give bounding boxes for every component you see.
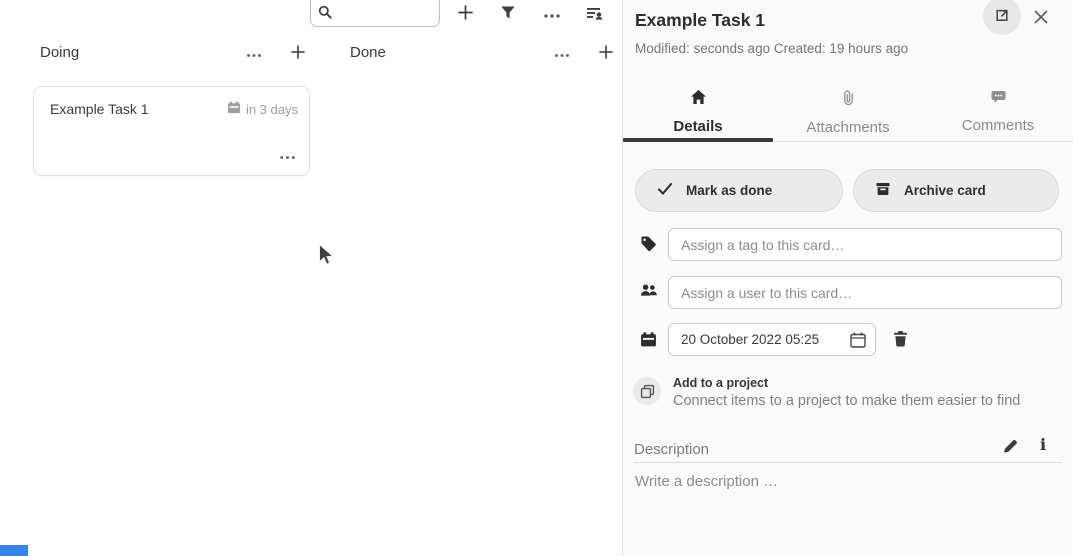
add-card-button[interactable]: [455, 4, 475, 24]
column-doing-more-button[interactable]: [243, 42, 265, 64]
add-to-project-subtitle: Connect items to a project to make them …: [673, 393, 1020, 409]
plus-icon: [457, 4, 474, 24]
due-date-field[interactable]: 20 October 2022 05:25: [668, 323, 876, 356]
card-due: in 3 days: [227, 101, 298, 117]
paperclip-icon: [841, 89, 856, 111]
calendar-icon: [227, 101, 241, 117]
copy-windows-icon: [633, 377, 661, 405]
archive-icon: [875, 181, 891, 200]
description-placeholder[interactable]: Write a description …: [635, 473, 778, 490]
column-done-add-button[interactable]: [595, 42, 617, 64]
due-date-value: 20 October 2022 05:25: [681, 332, 819, 347]
trash-icon[interactable]: [892, 330, 909, 351]
column-done-more-button[interactable]: [551, 42, 573, 64]
archive-card-label: Archive card: [904, 183, 986, 198]
home-icon: [690, 89, 707, 110]
comment-icon: [990, 89, 1007, 109]
task-card[interactable]: Example Task 1 in 3 days: [33, 86, 310, 176]
funnel-icon: [500, 5, 516, 23]
accent-fragment: [0, 545, 28, 556]
plus-icon: [598, 44, 614, 63]
mouse-cursor-icon: [318, 243, 335, 272]
kanban-board: Doing Example Task 1: [0, 0, 622, 556]
pencil-icon[interactable]: [1002, 438, 1019, 457]
search-input[interactable]: [337, 2, 433, 24]
ellipsis-icon: [246, 46, 262, 61]
description-label: Description: [634, 441, 709, 458]
tab-details[interactable]: Details: [623, 85, 773, 141]
add-to-project-row[interactable]: Add to a project Connect items to a proj…: [623, 374, 1073, 414]
column-header-done: Done: [350, 44, 616, 68]
open-external-icon: [994, 6, 1011, 26]
calendar-outline-icon[interactable]: [849, 331, 867, 352]
ellipsis-icon: [279, 148, 296, 163]
search-field[interactable]: [310, 0, 440, 27]
board-more-button[interactable]: [542, 4, 562, 24]
close-icon[interactable]: [1032, 9, 1050, 27]
assign-tag-input[interactable]: [668, 228, 1062, 261]
active-tab-underline: [623, 138, 773, 142]
ellipsis-icon: [543, 7, 561, 22]
tab-attachments[interactable]: Attachments: [773, 85, 923, 141]
open-external-button[interactable]: [983, 0, 1021, 35]
panel-title: Example Task 1: [635, 10, 765, 31]
check-icon: [657, 182, 673, 199]
archive-card-button[interactable]: Archive card: [853, 169, 1059, 212]
users-icon: [640, 283, 658, 303]
tab-comments[interactable]: Comments: [923, 85, 1073, 141]
card-due-label: in 3 days: [246, 102, 298, 117]
plus-icon: [290, 44, 306, 63]
search-icon: [318, 5, 332, 24]
mark-as-done-label: Mark as done: [686, 183, 772, 198]
tab-label: Attachments: [806, 119, 889, 136]
tab-label: Details: [673, 118, 722, 135]
column-header-doing: Doing: [40, 44, 310, 68]
filter-button[interactable]: [498, 4, 518, 24]
card-title: Example Task 1: [50, 101, 149, 117]
panel-meta: Modified: seconds ago Created: 19 hours …: [635, 41, 908, 56]
card-detail-panel: Example Task 1 Modified: seconds ago Cre…: [623, 0, 1073, 556]
tab-bar: Details Attachments Comments: [623, 85, 1073, 142]
add-to-project-title: Add to a project: [673, 376, 768, 390]
column-title: Doing: [40, 44, 79, 61]
card-more-button[interactable]: [279, 148, 296, 163]
assignee-list-button[interactable]: [585, 4, 605, 24]
list-person-icon: [586, 5, 604, 24]
mark-as-done-button[interactable]: Mark as done: [635, 169, 843, 212]
tab-label: Comments: [962, 117, 1035, 134]
info-icon[interactable]: i: [1040, 435, 1046, 454]
tag-icon: [640, 235, 657, 257]
assign-user-input[interactable]: [668, 276, 1062, 309]
column-title: Done: [350, 44, 386, 61]
app-window: Doing Example Task 1: [0, 0, 1073, 556]
description-divider: [634, 462, 1062, 463]
ellipsis-icon: [554, 46, 570, 61]
column-doing-add-button[interactable]: [287, 42, 309, 64]
calendar-icon: [640, 331, 657, 353]
